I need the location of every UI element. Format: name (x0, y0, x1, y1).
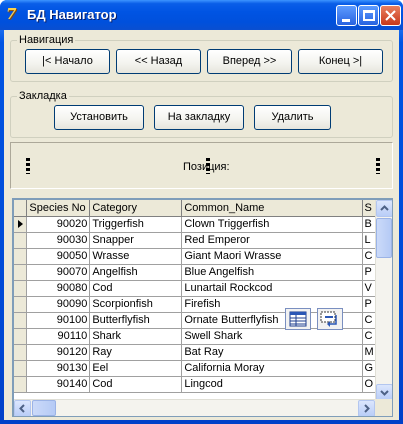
table-row[interactable]: 90070 Angelfish Blue Angelfish P (14, 264, 392, 281)
species-no-cell[interactable]: 90140 (26, 376, 91, 393)
app-window: 7 БД Навигатор Навигация |< Начало << На… (0, 0, 403, 424)
left-drag-handle[interactable] (26, 158, 30, 174)
table-row[interactable]: 90050 Wrasse Giant Maori Wrasse C (14, 248, 392, 265)
first-button[interactable]: |< Начало (25, 49, 110, 74)
species-no-cell[interactable]: 90080 (26, 280, 91, 297)
close-icon (385, 10, 396, 21)
position-panel: Позиция: (10, 142, 393, 189)
title-bar[interactable]: 7 БД Навигатор (0, 0, 403, 30)
grid-table: Species No Category Common_Name S 90020 T… (14, 200, 392, 393)
vertical-scrollbar[interactable] (375, 200, 392, 401)
common-name-cell[interactable]: Blue Angelfish (181, 264, 363, 281)
record-form-icon (320, 311, 337, 327)
row-indicator-cell[interactable] (14, 248, 28, 265)
category-cell[interactable]: Cod (89, 376, 183, 393)
scroll-right-button[interactable] (358, 400, 375, 416)
prior-button[interactable]: << Назад (116, 49, 201, 74)
scroll-left-button[interactable] (14, 400, 31, 416)
row-indicator-cell[interactable] (14, 376, 28, 393)
vertical-scroll-thumb[interactable] (376, 218, 392, 258)
common-name-cell[interactable]: Bat Ray (181, 344, 363, 361)
table-row[interactable]: 90080 Cod Lunartail Rockcod V (14, 280, 392, 297)
species-no-cell[interactable]: 90020 (26, 216, 91, 233)
species-no-cell[interactable]: 90130 (26, 360, 91, 377)
row-indicator-cell[interactable] (14, 232, 28, 249)
species-no-cell[interactable]: 90110 (26, 328, 91, 345)
row-indicator-cell[interactable] (14, 280, 28, 297)
grid-view-button[interactable] (285, 308, 311, 330)
common-name-cell[interactable]: Giant Maori Wrasse (181, 248, 363, 265)
category-cell[interactable]: Snapper (89, 232, 183, 249)
chevron-left-icon (19, 404, 25, 413)
scroll-up-button[interactable] (376, 200, 392, 217)
species-no-cell[interactable]: 90030 (26, 232, 91, 249)
category-cell[interactable]: Scorpionfish (89, 296, 183, 313)
common-name-cell[interactable]: Red Emperor (181, 232, 363, 249)
scrollbar-corner (375, 399, 392, 416)
maximize-button[interactable] (358, 5, 379, 26)
category-cell[interactable]: Shark (89, 328, 183, 345)
species-no-cell[interactable]: 90050 (26, 248, 91, 265)
navigation-group: Навигация |< Начало << Назад Вперед >> К… (10, 34, 393, 82)
grid-header-row: Species No Category Common_Name S (14, 200, 392, 217)
table-row[interactable]: 90130 Eel California Moray G (14, 360, 392, 377)
horizontal-scroll-thumb[interactable] (32, 400, 56, 416)
delphi-app-icon: 7 (6, 5, 17, 23)
row-indicator-cell[interactable] (14, 216, 28, 233)
set-bookmark-button[interactable]: Установить (54, 105, 144, 130)
chevron-down-icon (380, 390, 389, 396)
data-grid[interactable]: Species No Category Common_Name S 90020 T… (12, 198, 393, 417)
bookmark-group-label: Закладка (17, 90, 69, 102)
category-cell[interactable]: Eel (89, 360, 183, 377)
common-name-cell[interactable]: Clown Triggerfish (181, 216, 363, 233)
row-indicator-cell[interactable] (14, 312, 28, 329)
delete-bookmark-button[interactable]: Удалить (254, 105, 331, 130)
column-header-common-name[interactable]: Common_Name (181, 200, 363, 217)
common-name-cell[interactable]: Lunartail Rockcod (181, 280, 363, 297)
table-row[interactable]: 90020 Triggerfish Clown Triggerfish B (14, 216, 392, 233)
record-view-button[interactable] (317, 308, 343, 330)
category-cell[interactable]: Butterflyfish (89, 312, 183, 329)
category-cell[interactable]: Ray (89, 344, 183, 361)
goto-bookmark-button[interactable]: На закладку (154, 105, 244, 130)
window-title: БД Навигатор (27, 7, 117, 22)
species-no-cell[interactable]: 90070 (26, 264, 91, 281)
maximize-icon (363, 10, 375, 21)
close-button[interactable] (380, 5, 401, 26)
current-record-arrow-icon (18, 220, 23, 228)
bookmark-group: Закладка Установить На закладку Удалить (10, 90, 393, 138)
table-row[interactable]: 90120 Ray Bat Ray M (14, 344, 392, 361)
species-no-cell[interactable]: 90090 (26, 296, 91, 313)
table-row[interactable]: 90140 Cod Lingcod O (14, 376, 392, 393)
table-view-icon (289, 311, 307, 327)
table-row[interactable]: 90030 Snapper Red Emperor L (14, 232, 392, 249)
category-cell[interactable]: Wrasse (89, 248, 183, 265)
category-cell[interactable]: Triggerfish (89, 216, 183, 233)
minimize-button[interactable] (336, 5, 357, 26)
species-no-cell[interactable]: 90120 (26, 344, 91, 361)
chevron-right-icon (364, 404, 370, 413)
column-header-category[interactable]: Category (89, 200, 183, 217)
row-indicator-cell[interactable] (14, 344, 28, 361)
row-indicator-cell[interactable] (14, 360, 28, 377)
category-cell[interactable]: Angelfish (89, 264, 183, 281)
last-button[interactable]: Конец >| (298, 49, 383, 74)
right-drag-handle[interactable] (376, 158, 380, 174)
column-header-species-no[interactable]: Species No (26, 200, 91, 217)
category-cell[interactable]: Cod (89, 280, 183, 297)
client-area: Навигация |< Начало << Назад Вперед >> К… (4, 30, 399, 420)
row-indicator-cell[interactable] (14, 328, 28, 345)
chevron-up-icon (380, 205, 389, 211)
common-name-cell[interactable]: California Moray (181, 360, 363, 377)
horizontal-scrollbar[interactable] (14, 399, 375, 416)
common-name-cell[interactable]: Lingcod (181, 376, 363, 393)
next-button[interactable]: Вперед >> (207, 49, 292, 74)
center-drag-handle[interactable] (206, 158, 210, 174)
row-indicator-cell[interactable] (14, 296, 28, 313)
species-no-cell[interactable]: 90100 (26, 312, 91, 329)
header-indicator-cell (14, 200, 28, 217)
row-indicator-cell[interactable] (14, 264, 28, 281)
minimize-icon (342, 19, 350, 22)
navigation-group-label: Навигация (17, 34, 76, 46)
